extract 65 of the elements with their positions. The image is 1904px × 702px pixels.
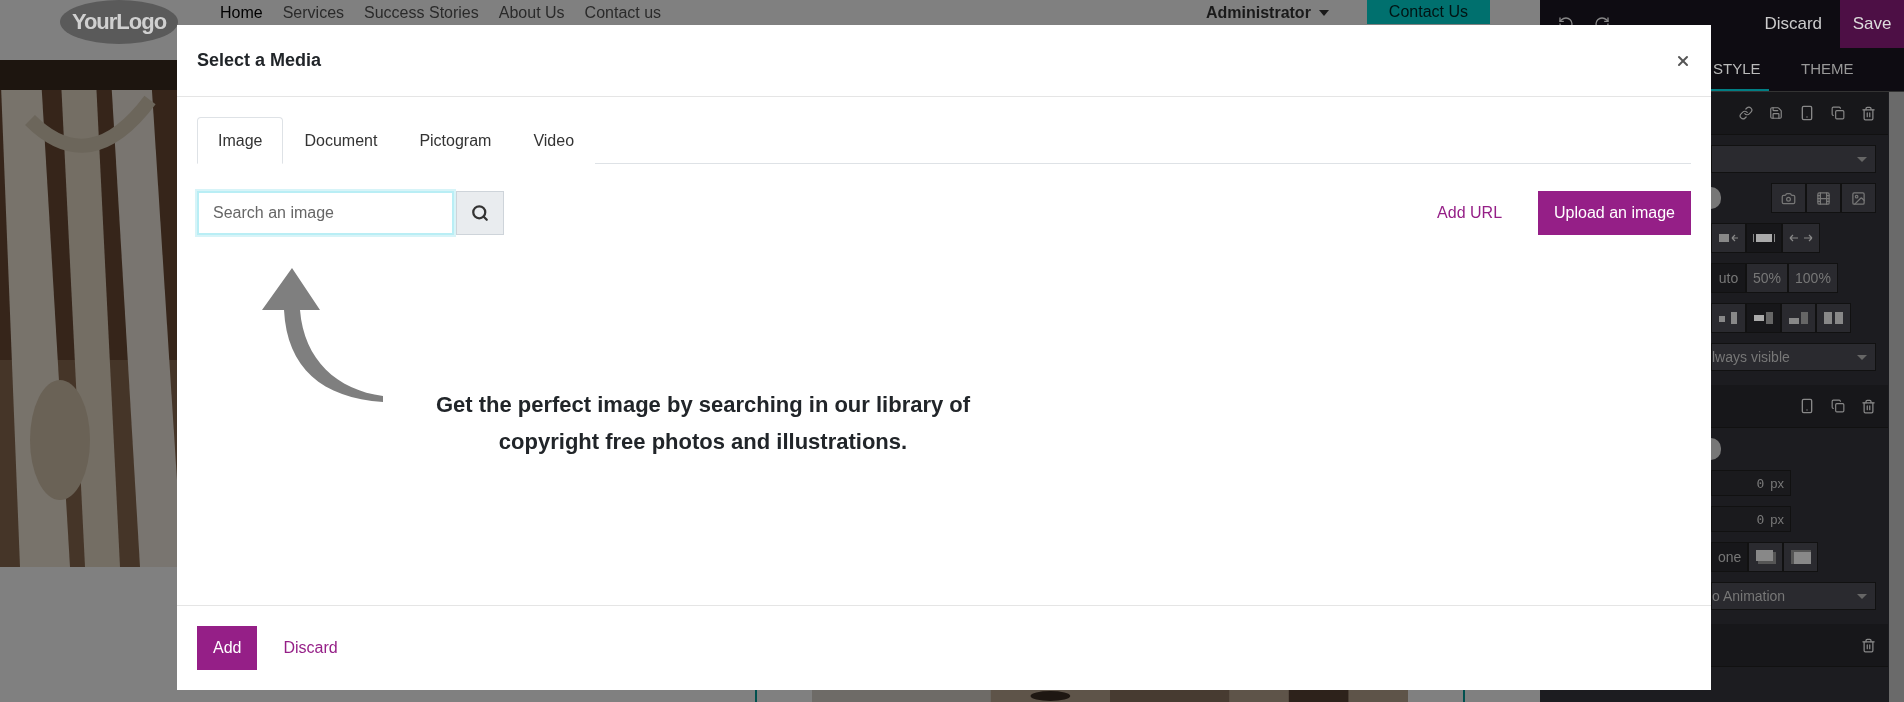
image-button[interactable] (1841, 183, 1876, 213)
layout-icon (1823, 312, 1844, 324)
mobile-icon[interactable] (1799, 105, 1815, 121)
mobile-icon[interactable] (1799, 398, 1815, 414)
user-menu[interactable]: Administrator (1205, 3, 1311, 22)
dropdown[interactable]: lways visible (1711, 343, 1876, 371)
layout-button[interactable] (1746, 303, 1781, 333)
camera-button[interactable] (1771, 183, 1806, 213)
shadow-option[interactable] (1783, 542, 1819, 572)
search-hint: Get the perfect image by searching in our library of copyright free photos and illustrations. (434, 391, 972, 456)
layout-icon (1753, 312, 1774, 324)
nav-link[interactable]: Services (282, 3, 345, 22)
nav-link[interactable]: Home (220, 3, 263, 22)
search-field[interactable]: Search an image (197, 191, 454, 235)
layout-button[interactable] (1711, 303, 1746, 333)
layout-button[interactable] (1781, 303, 1816, 333)
copy-icon[interactable] (1831, 106, 1845, 120)
film-icon (1816, 190, 1831, 206)
dialog-title: Select a Media (197, 50, 322, 71)
search-button[interactable] (456, 191, 504, 235)
shadow-option[interactable] (1748, 542, 1784, 572)
toggle-switch[interactable] (1711, 187, 1721, 209)
layout-button[interactable] (1816, 303, 1851, 333)
upload-button[interactable]: Upload an image (1538, 191, 1691, 235)
caret-icon (1318, 10, 1329, 16)
panel-tab[interactable]: THEME (1768, 48, 1904, 91)
link-icon[interactable] (1739, 106, 1753, 120)
nav-link[interactable]: Contact us (584, 3, 662, 22)
trash-icon[interactable] (1861, 105, 1876, 121)
align-button[interactable] (1711, 223, 1746, 253)
nav-link[interactable]: About Us (498, 3, 565, 22)
trash-icon[interactable] (1861, 398, 1876, 414)
inset-shadow-icon (1790, 550, 1811, 564)
number-field[interactable]: 0 px (1711, 470, 1791, 496)
align-left-icon (1718, 234, 1739, 242)
discard-button[interactable]: Discard (1764, 14, 1822, 34)
layout-icon (1718, 312, 1739, 324)
scrollbar[interactable] (1889, 92, 1904, 702)
align-button[interactable] (1746, 223, 1782, 253)
film-button[interactable] (1806, 183, 1841, 213)
shadow-option[interactable]: one (1711, 542, 1749, 572)
stretch-icon (1789, 234, 1813, 242)
copy-icon[interactable] (1831, 399, 1845, 413)
camera-icon (1781, 190, 1796, 206)
image-icon (1851, 190, 1866, 206)
trash-icon[interactable] (1861, 637, 1876, 653)
save-icon[interactable] (1769, 106, 1783, 120)
media-tab[interactable]: Image (197, 117, 284, 164)
discard-link[interactable]: Discard (283, 639, 338, 657)
add-button[interactable]: Add (197, 626, 258, 670)
logo[interactable]: YourLogo (60, 0, 178, 44)
width-option[interactable]: 100% (1788, 263, 1838, 293)
search-icon (471, 204, 489, 222)
save-button[interactable]: Save (1840, 0, 1904, 48)
add-url-link[interactable]: Add URL (1437, 204, 1503, 222)
width-option[interactable]: 50% (1746, 263, 1789, 293)
toggle-switch[interactable] (1711, 438, 1721, 460)
dropdown[interactable]: o Animation (1711, 582, 1876, 610)
nav-link[interactable]: Success Stories (364, 3, 479, 22)
contact-button[interactable]: Contact Us (1366, 0, 1490, 24)
number-field[interactable]: 0 px (1711, 506, 1791, 532)
full-width-icon (1753, 234, 1775, 242)
shadow-icon (1755, 550, 1776, 564)
layout-icon (1788, 312, 1809, 324)
width-option[interactable]: uto (1711, 263, 1746, 293)
